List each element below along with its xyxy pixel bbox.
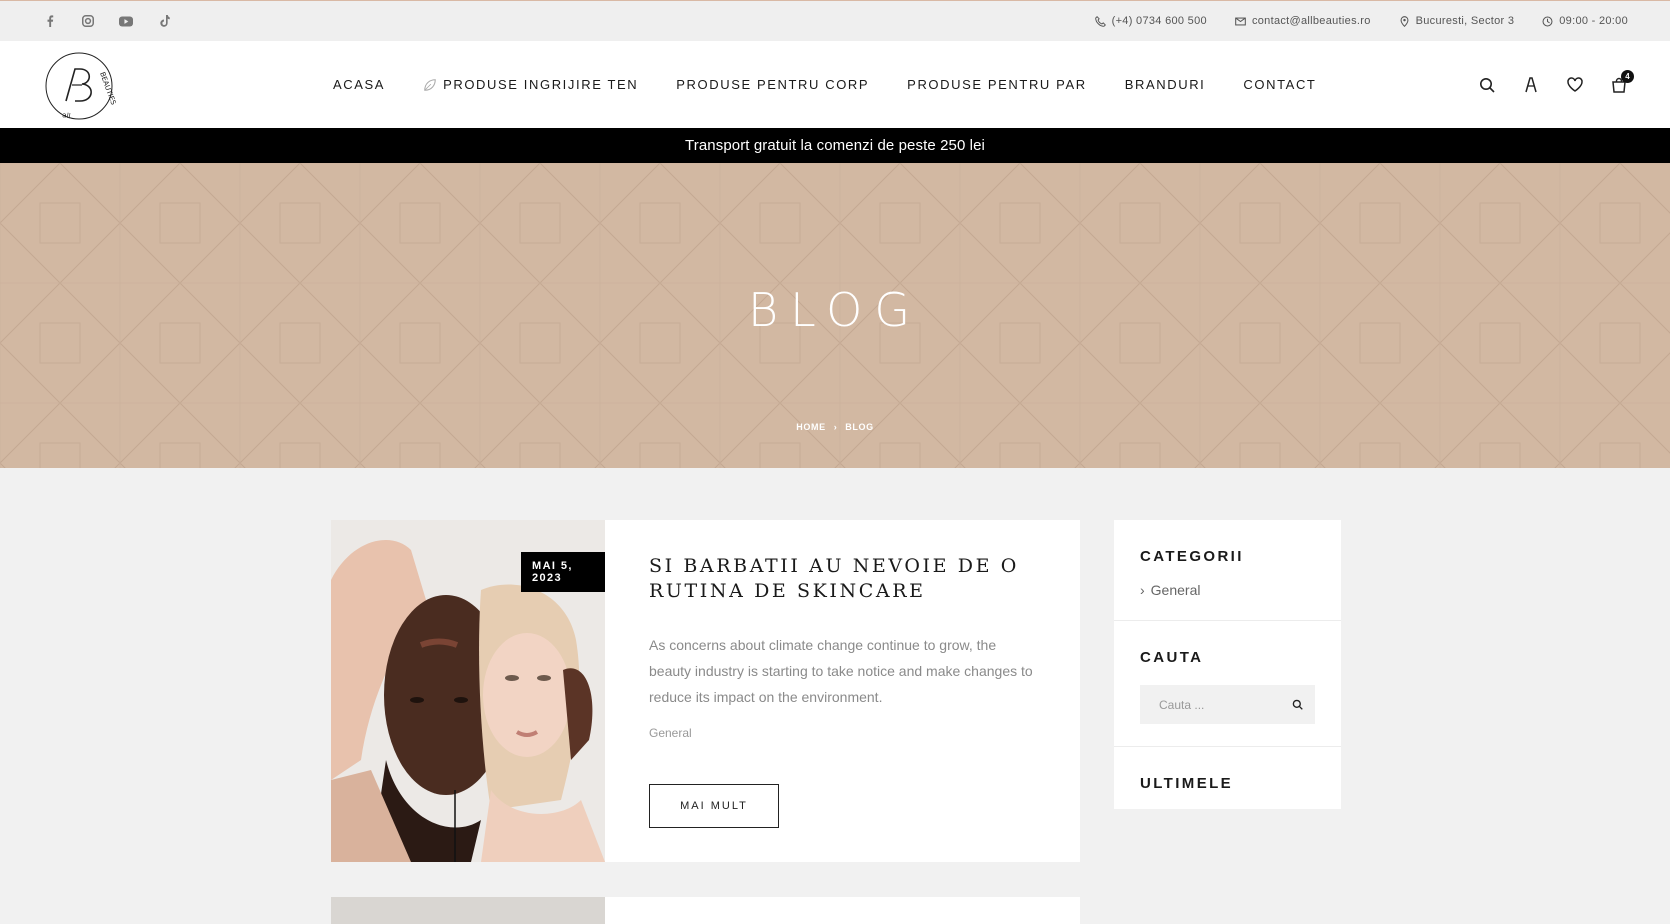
svg-text:BEAUTIES: BEAUTIES <box>98 71 116 107</box>
page-title: BLOG <box>748 283 922 337</box>
location-pin-icon <box>1400 15 1409 27</box>
nav-produse-ingrijire-ten[interactable]: PRODUSE INGRIJIRE TEN <box>423 77 638 92</box>
post-body: SI BARBATII AU NEVOIE DE O RUTINA DE SKI… <box>649 554 1039 740</box>
latest-title: ULTIMELE <box>1140 775 1234 792</box>
contact-info: (+4) 0734 600 500 contact@allbeauties.ro… <box>1094 15 1628 27</box>
nav-produse-pentru-corp[interactable]: PRODUSE PENTRU CORP <box>676 77 869 92</box>
nav-acasa[interactable]: ACASA <box>333 77 385 92</box>
main-header: BEAUTIES all ACASA PRODUSE INGRIJIRE TEN… <box>0 41 1670 128</box>
latest-posts-widget: ULTIMELE <box>1114 747 1341 792</box>
chevron-right-icon: › <box>1140 582 1145 598</box>
search-submit-icon[interactable] <box>1292 699 1303 710</box>
breadcrumb: HOME › BLOG <box>0 422 1670 432</box>
blog-post-card: MAI 5, 2023 SI BARBATII AU NEVOIE DE O R… <box>331 520 1080 862</box>
youtube-icon[interactable] <box>118 13 134 29</box>
phone-text: (+4) 0734 600 500 <box>1111 15 1207 27</box>
hours-text: 09:00 - 20:00 <box>1559 15 1628 27</box>
user-account-icon[interactable] <box>1522 76 1540 94</box>
address-text: Bucuresti, Sector 3 <box>1415 15 1515 27</box>
search-placeholder: Cauta ... <box>1159 697 1205 712</box>
wishlist-heart-icon[interactable] <box>1566 76 1584 94</box>
search-input[interactable]: Cauta ... <box>1140 685 1315 724</box>
cart-count-badge: 4 <box>1621 69 1634 83</box>
category-item[interactable]: › General <box>1140 582 1315 598</box>
leaf-icon <box>424 78 436 91</box>
phone-icon <box>1094 15 1106 27</box>
post-date-badge: MAI 5, 2023 <box>521 552 605 592</box>
main-nav: ACASA PRODUSE INGRIJIRE TEN PRODUSE PENT… <box>333 41 1316 128</box>
site-logo[interactable]: BEAUTIES all <box>42 49 118 123</box>
blog-sidebar: CATEGORII › General CAUTA Cauta ... ULTI… <box>1114 520 1341 809</box>
search-widget: CAUTA Cauta ... <box>1114 621 1341 724</box>
top-bar: (+4) 0734 600 500 contact@allbeauties.ro… <box>0 0 1670 41</box>
email-text: contact@allbeauties.ro <box>1251 15 1371 27</box>
nav-label: PRODUSE INGRIJIRE TEN <box>443 77 639 92</box>
phone-item[interactable]: (+4) 0734 600 500 <box>1094 15 1207 27</box>
categories-widget: CATEGORII › General <box>1114 520 1341 598</box>
nav-contact[interactable]: CONTACT <box>1243 77 1316 92</box>
instagram-icon[interactable] <box>80 13 96 29</box>
post-excerpt: As concerns about climate change continu… <box>649 637 1033 705</box>
post-image-next[interactable] <box>331 897 605 924</box>
category-label: General <box>1150 582 1201 598</box>
nav-branduri[interactable]: BRANDURI <box>1125 77 1206 92</box>
blog-hero: BLOG HOME › BLOG <box>0 163 1670 468</box>
hours-item: 09:00 - 20:00 <box>1542 15 1628 27</box>
social-links <box>42 13 172 29</box>
post-category[interactable]: General <box>649 726 1039 740</box>
email-item[interactable]: contact@allbeauties.ro <box>1235 15 1371 27</box>
tiktok-icon[interactable] <box>156 13 172 29</box>
post-title[interactable]: SI BARBATII AU NEVOIE DE O RUTINA DE SKI… <box>649 554 1039 604</box>
read-more-button[interactable]: MAI MULT <box>649 784 779 828</box>
cart-icon[interactable]: 4 <box>1610 69 1634 94</box>
clock-icon <box>1542 16 1553 26</box>
address-item: Bucuresti, Sector 3 <box>1399 15 1515 27</box>
header-actions: 4 <box>1478 41 1634 128</box>
promo-banner: Transport gratuit la comenzi de peste 25… <box>0 128 1670 163</box>
breadcrumb-home[interactable]: HOME <box>796 422 825 432</box>
post-image[interactable]: MAI 5, 2023 <box>331 520 605 862</box>
blog-post-card-next <box>331 897 1080 924</box>
search-icon[interactable] <box>1478 76 1496 94</box>
nav-produse-pentru-par[interactable]: PRODUSE PENTRU PAR <box>907 77 1087 92</box>
search-title: CAUTA <box>1140 649 1204 666</box>
categories-title: CATEGORII <box>1140 548 1244 565</box>
breadcrumb-current: BLOG <box>845 422 874 432</box>
svg-text:all: all <box>62 111 71 120</box>
breadcrumb-separator-icon: › <box>833 422 838 432</box>
mail-icon <box>1235 17 1246 25</box>
facebook-icon[interactable] <box>42 13 58 29</box>
